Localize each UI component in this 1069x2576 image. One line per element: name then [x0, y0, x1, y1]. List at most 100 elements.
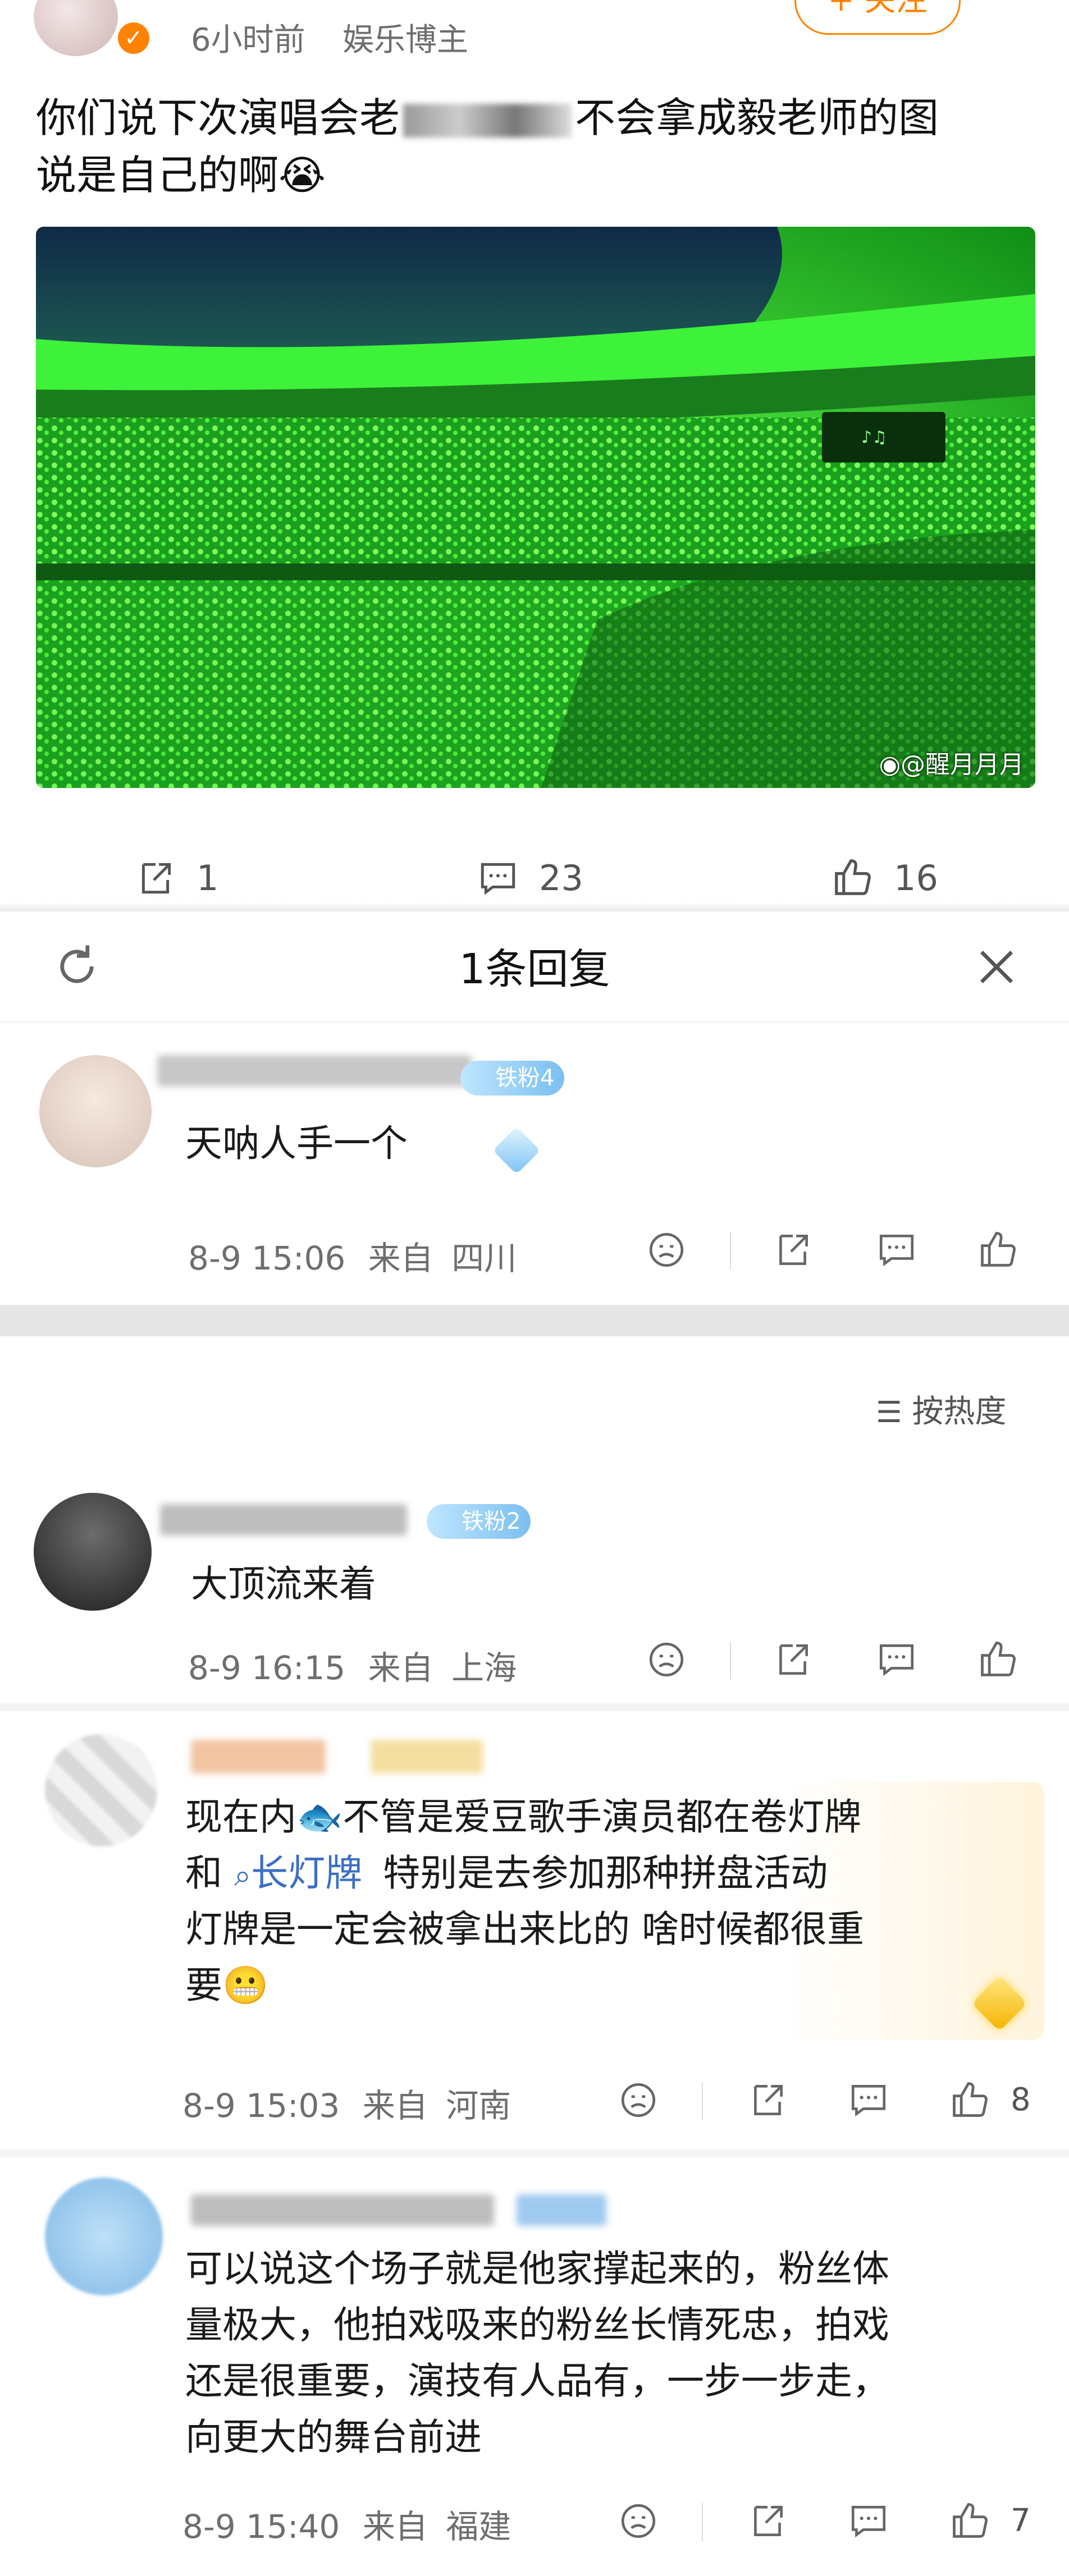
share-count: 1: [197, 858, 219, 899]
comment-username-redacted: [160, 1504, 407, 1535]
comment-like-count: 8: [1011, 2082, 1031, 2118]
comment-icon: [481, 863, 515, 895]
post-text-start: 你们说下次演唱会老: [36, 94, 400, 141]
comment-count: 23: [539, 858, 583, 899]
thumbs-up-icon[interactable]: [949, 2078, 992, 2121]
diamond-icon: [492, 1126, 541, 1175]
dislike-icon[interactable]: [646, 1229, 687, 1271]
action-divider: [702, 2503, 703, 2541]
comment-separator: [0, 2149, 1069, 2157]
comment-text: 现在内🐟不管是爱豆歌手演员都在卷灯牌: [185, 1795, 862, 1839]
stadium-photo-graphic: ♪♫: [36, 227, 1035, 788]
panel-shadow: [0, 902, 1069, 911]
share-icon: [141, 863, 171, 894]
comment-location: 福建: [446, 2508, 511, 2546]
dislike-icon[interactable]: [618, 2079, 659, 2121]
stadium-photo[interactable]: ♪♫ ◉@醒月月月: [36, 227, 1035, 788]
thumbs-up-icon[interactable]: [949, 2499, 992, 2542]
post-time: 6小时前: [191, 22, 305, 58]
reply-username-redacted: [157, 1055, 472, 1087]
comment-badge-redacted: [371, 1740, 483, 1773]
comment-actions: [646, 1639, 1039, 1684]
comment-username-redacted: [191, 1740, 326, 1773]
image-watermark: ◉@醒月月月: [879, 750, 1024, 779]
post-text-end: 不会拿成毅老师的图: [575, 94, 939, 141]
comment-text: 大顶流来着: [191, 1562, 376, 1606]
reply-text: 天呐人手一个: [185, 1122, 408, 1165]
share-button[interactable]: 1: [135, 853, 247, 904]
thumbs-up-icon[interactable]: [977, 1228, 1020, 1271]
share-icon[interactable]: [772, 1639, 814, 1680]
comment-meta: 8-9 15:03 来自 河南: [182, 2079, 511, 2126]
comment-meta: 8-9 15:40 来自 福建: [182, 2500, 511, 2547]
comment-separator: [0, 1703, 1069, 1711]
comment-text: 量极大，他拍戏吸来的粉丝长情死忠，拍戏: [185, 2303, 889, 2346]
comment-badge-redacted: [517, 2194, 606, 2226]
comment-button[interactable]: 23: [477, 853, 623, 904]
comment-actions: 7: [618, 2500, 1056, 2545]
comment-date: 8-9 15:40: [182, 2508, 340, 2546]
comment-text: 还是很重要，演技有人品有，一步一步走，: [185, 2359, 889, 2403]
action-divider: [730, 1232, 731, 1270]
like-count: 16: [894, 858, 938, 899]
comment-username-redacted: [191, 2194, 494, 2226]
dislike-icon[interactable]: [646, 1639, 687, 1680]
action-divider: [730, 1642, 731, 1680]
comment-icon[interactable]: [876, 1229, 917, 1271]
weibo-logo-icon: ◉: [879, 750, 901, 779]
thumbs-up-icon[interactable]: [977, 1638, 1020, 1680]
thumbs-up-icon: [835, 859, 871, 895]
reply-location: 四川: [451, 1239, 517, 1277]
comment-text: 可以说这个场子就是他家撑起来的，粉丝体: [185, 2247, 889, 2290]
search-icon: ⌕: [234, 1858, 252, 1893]
sort-by-hot-button[interactable]: ☰ 按热度: [876, 1386, 1006, 1431]
comment-text: 要😬: [185, 1964, 269, 2007]
comment-icon[interactable]: [848, 2079, 889, 2121]
comment-avatar[interactable]: [45, 2178, 163, 2295]
follow-button[interactable]: + 关注: [794, 0, 961, 35]
censored-name: [403, 104, 572, 138]
reply-avatar[interactable]: [39, 1055, 152, 1167]
comment-date: 8-9 16:15: [188, 1649, 346, 1687]
comment-from: 来自: [362, 2087, 428, 2125]
search-link[interactable]: ⌕长灯牌: [234, 1851, 362, 1895]
comment-meta: 8-9 16:15 来自 上海: [188, 1642, 517, 1689]
comment-text: 和 ⌕长灯牌 特别是去参加那种拼盘活动: [185, 1851, 828, 1895]
comment-icon[interactable]: [876, 1639, 917, 1680]
share-icon[interactable]: [747, 2079, 788, 2121]
comment-from: 来自: [362, 2508, 428, 2546]
reply-meta: 8-9 15:06 来自 四川: [188, 1232, 517, 1279]
comment-location: 上海: [451, 1649, 517, 1687]
reply-panel-title: 1条回复: [459, 945, 610, 993]
comment-location: 河南: [446, 2087, 511, 2125]
reply-panel-header: 1条回复: [0, 912, 1069, 1023]
post-source: 娱乐博主: [342, 22, 468, 58]
action-divider: [702, 2082, 703, 2120]
fish-emoji-icon: 🐟: [296, 1795, 343, 1839]
post-avatar[interactable]: [34, 0, 118, 56]
comment-avatar[interactable]: [45, 1734, 157, 1846]
comment-avatar[interactable]: [34, 1493, 152, 1611]
comment-date: 8-9 15:03: [182, 2087, 340, 2125]
comment-from: 来自: [368, 1649, 433, 1687]
post-text-line2: 说是自己的啊😭: [36, 152, 326, 199]
verified-icon: ✓: [118, 22, 149, 54]
section-divider: [0, 1305, 1069, 1336]
svg-text:♪♫: ♪♫: [861, 428, 887, 447]
follow-button-label: + 关注: [828, 0, 928, 19]
reply-actions: [646, 1229, 1039, 1274]
share-icon[interactable]: [747, 2500, 788, 2542]
fan-badge-4: 铁粉4: [460, 1061, 565, 1096]
comment-text: 灯牌是一定会被拿出来比的 啥时候都很重: [185, 1908, 864, 1951]
reply-date: 8-9 15:06: [188, 1239, 346, 1277]
like-button[interactable]: 16: [831, 853, 977, 904]
dislike-icon[interactable]: [618, 2500, 659, 2542]
comment-like-count: 7: [1011, 2502, 1031, 2539]
fan-badge-2: 铁粉2: [427, 1504, 531, 1539]
sort-label: 按热度: [912, 1394, 1007, 1430]
close-icon[interactable]: [974, 945, 1019, 989]
comment-text: 向更大的舞台前进: [185, 2415, 482, 2459]
share-icon[interactable]: [772, 1229, 814, 1271]
comment-icon[interactable]: [848, 2500, 889, 2542]
sort-icon: ☰: [876, 1396, 902, 1429]
